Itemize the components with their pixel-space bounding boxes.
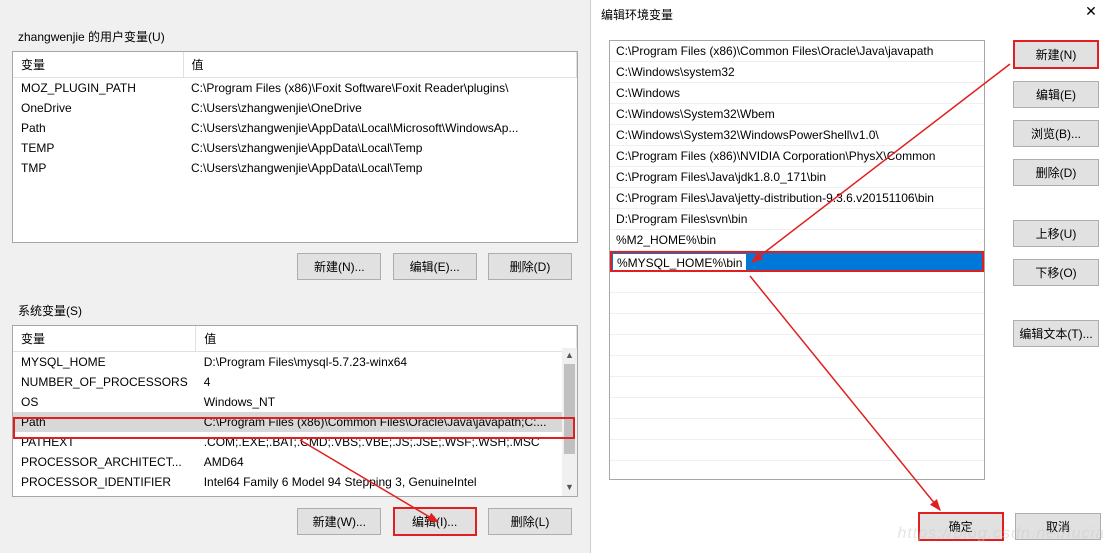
path-item-empty[interactable]	[610, 356, 984, 377]
user-edit-button[interactable]: 编辑(E)...	[393, 253, 477, 280]
path-item-empty[interactable]	[610, 335, 984, 356]
scroll-thumb[interactable]	[564, 364, 575, 454]
table-row[interactable]: PATHEXT.COM;.EXE;.BAT;.CMD;.VBS;.VBE;.JS…	[13, 432, 577, 452]
var-value: C:\Program Files (x86)\Foxit Software\Fo…	[183, 78, 577, 99]
var-name: OS	[13, 392, 196, 412]
table-row[interactable]: OneDriveC:\Users\zhangwenjie\OneDrive	[13, 98, 577, 118]
var-name: TMP	[13, 158, 183, 178]
var-value: C:\Users\zhangwenjie\OneDrive	[183, 98, 577, 118]
path-edittext-button[interactable]: 编辑文本(T)...	[1013, 320, 1099, 347]
var-value: .COM;.EXE;.BAT;.CMD;.VBS;.VBE;.JS;.JSE;.…	[196, 432, 577, 452]
var-name: NUMBER_OF_PROCESSORS	[13, 372, 196, 392]
path-item[interactable]: D:\Program Files\svn\bin	[610, 209, 984, 230]
var-name: Path	[13, 412, 196, 432]
var-name: TEMP	[13, 138, 183, 158]
path-item-empty[interactable]	[610, 272, 984, 293]
path-item[interactable]: C:\Windows	[610, 83, 984, 104]
path-browse-button[interactable]: 浏览(B)...	[1013, 120, 1099, 147]
user-vars-title: zhangwenjie 的用户变量(U)	[18, 28, 578, 45]
var-value: Windows_NT	[196, 392, 577, 412]
scroll-up-icon[interactable]: ▲	[562, 348, 577, 364]
watermark-text: https://blog.csdn.net/lucia	[897, 525, 1105, 543]
sys-scrollbar[interactable]: ▲ ▼	[562, 348, 577, 496]
var-value: C:\Users\zhangwenjie\AppData\Local\Temp	[183, 138, 577, 158]
var-value: C:\Program Files (x86)\Common Files\Orac…	[196, 412, 577, 432]
close-icon[interactable]: ✕	[1071, 2, 1111, 22]
sys-new-button[interactable]: 新建(W)...	[297, 508, 381, 535]
var-name: Path	[13, 118, 183, 138]
user-vars-table[interactable]: 变量 值 MOZ_PLUGIN_PATHC:\Program Files (x8…	[13, 52, 577, 178]
path-item-empty[interactable]	[610, 377, 984, 398]
path-item-empty[interactable]	[610, 440, 984, 461]
var-name: MYSQL_HOME	[13, 352, 196, 373]
table-row[interactable]: PROCESSOR_IDENTIFIERIntel64 Family 6 Mod…	[13, 472, 577, 492]
sys-vars-buttons: 新建(W)... 编辑(I)... 删除(L)	[12, 507, 572, 536]
table-row[interactable]: NUMBER_OF_PROCESSORS4	[13, 372, 577, 392]
table-row[interactable]: PROCESSOR_ARCHITECT...AMD64	[13, 452, 577, 472]
path-item[interactable]: C:\Windows\System32\WindowsPowerShell\v1…	[610, 125, 984, 146]
path-delete-button[interactable]: 删除(D)	[1013, 159, 1099, 186]
user-vars-table-wrap: 变量 值 MOZ_PLUGIN_PATHC:\Program Files (x8…	[12, 51, 578, 243]
col-header-var[interactable]: 变量	[13, 326, 196, 352]
table-row[interactable]: PathC:\Users\zhangwenjie\AppData\Local\M…	[13, 118, 577, 138]
sys-vars-title: 系统变量(S)	[18, 302, 578, 319]
table-row[interactable]: PathC:\Program Files (x86)\Common Files\…	[13, 412, 577, 432]
path-item[interactable]: C:\Program Files (x86)\NVIDIA Corporatio…	[610, 146, 984, 167]
path-edit-input[interactable]: %MYSQL_HOME%\bin	[612, 253, 747, 272]
path-list[interactable]: C:\Program Files (x86)\Common Files\Orac…	[609, 40, 985, 480]
path-movedown-button[interactable]: 下移(O)	[1013, 259, 1099, 286]
var-value: C:\Users\zhangwenjie\AppData\Local\Micro…	[183, 118, 577, 138]
var-name: MOZ_PLUGIN_PATH	[13, 78, 183, 99]
edit-env-var-dialog: 编辑环境变量 ✕ C:\Program Files (x86)\Common F…	[590, 0, 1115, 553]
path-item[interactable]: C:\Windows\system32	[610, 62, 984, 83]
dialog-title-bar: 编辑环境变量 ✕	[591, 0, 1115, 29]
path-item[interactable]: C:\Program Files\Java\jdk1.8.0_171\bin	[610, 167, 984, 188]
path-new-button[interactable]: 新建(N)	[1013, 40, 1099, 69]
path-item-editing[interactable]: %MYSQL_HOME%\bin	[610, 251, 984, 272]
var-value: AMD64	[196, 452, 577, 472]
col-header-val[interactable]: 值	[196, 326, 577, 352]
scroll-down-icon[interactable]: ▼	[562, 480, 577, 496]
table-row[interactable]: OSWindows_NT	[13, 392, 577, 412]
sys-vars-table[interactable]: 变量 值 MYSQL_HOMED:\Program Files\mysql-5.…	[13, 326, 577, 492]
table-row[interactable]: TEMPC:\Users\zhangwenjie\AppData\Local\T…	[13, 138, 577, 158]
dialog-title: 编辑环境变量	[601, 8, 673, 22]
var-value: Intel64 Family 6 Model 94 Stepping 3, Ge…	[196, 472, 577, 492]
path-item-empty[interactable]	[610, 293, 984, 314]
path-item[interactable]: C:\Program Files (x86)\Common Files\Orac…	[610, 41, 984, 62]
table-row[interactable]: TMPC:\Users\zhangwenjie\AppData\Local\Te…	[13, 158, 577, 178]
user-new-button[interactable]: 新建(N)...	[297, 253, 381, 280]
path-edit-button[interactable]: 编辑(E)	[1013, 81, 1099, 108]
path-item[interactable]: %M2_HOME%\bin	[610, 230, 984, 251]
table-row[interactable]: MOZ_PLUGIN_PATHC:\Program Files (x86)\Fo…	[13, 78, 577, 99]
path-item-empty[interactable]	[610, 314, 984, 335]
var-value: C:\Users\zhangwenjie\AppData\Local\Temp	[183, 158, 577, 178]
sys-edit-button[interactable]: 编辑(I)...	[393, 507, 477, 536]
path-item[interactable]: C:\Program Files\Java\jetty-distribution…	[610, 188, 984, 209]
env-vars-dialog: zhangwenjie 的用户变量(U) 变量 值 MOZ_PLUGIN_PAT…	[0, 0, 590, 553]
table-row[interactable]: MYSQL_HOMED:\Program Files\mysql-5.7.23-…	[13, 352, 577, 373]
var-name: PATHEXT	[13, 432, 196, 452]
var-name: OneDrive	[13, 98, 183, 118]
var-name: PROCESSOR_ARCHITECT...	[13, 452, 196, 472]
path-side-buttons: 新建(N) 编辑(E) 浏览(B)... 删除(D) 上移(U) 下移(O) 编…	[1013, 40, 1103, 359]
user-vars-buttons: 新建(N)... 编辑(E)... 删除(D)	[12, 253, 572, 280]
path-item[interactable]: C:\Windows\System32\Wbem	[610, 104, 984, 125]
col-header-var[interactable]: 变量	[13, 52, 183, 78]
sys-vars-table-wrap: 变量 值 MYSQL_HOMED:\Program Files\mysql-5.…	[12, 325, 578, 497]
var-value: 4	[196, 372, 577, 392]
path-moveup-button[interactable]: 上移(U)	[1013, 220, 1099, 247]
var-name: PROCESSOR_IDENTIFIER	[13, 472, 196, 492]
user-delete-button[interactable]: 删除(D)	[488, 253, 572, 280]
path-item-empty[interactable]	[610, 419, 984, 440]
path-item-empty[interactable]	[610, 398, 984, 419]
var-value: D:\Program Files\mysql-5.7.23-winx64	[196, 352, 577, 373]
col-header-val[interactable]: 值	[183, 52, 577, 78]
sys-delete-button[interactable]: 删除(L)	[488, 508, 572, 535]
